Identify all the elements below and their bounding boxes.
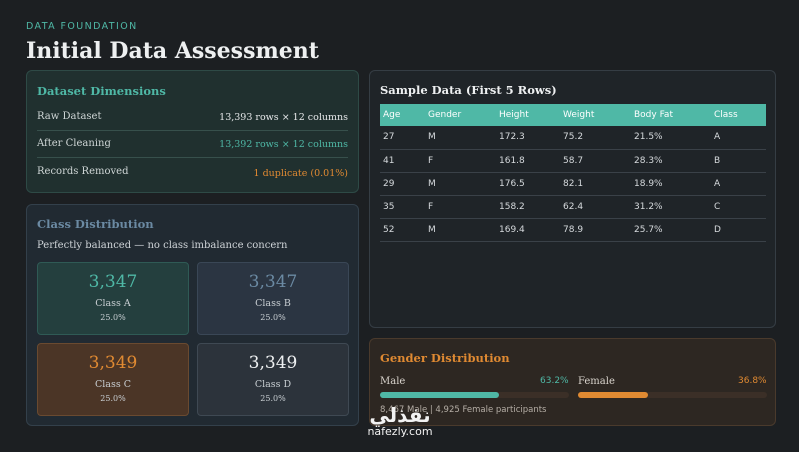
table-cell: 29 xyxy=(380,172,425,196)
table-cell: F xyxy=(425,195,496,219)
class-distribution-title: Class Distribution xyxy=(37,217,154,231)
table-cell: 75.2 xyxy=(560,126,631,150)
column-header-height: Height xyxy=(496,104,560,126)
class-label: Class C xyxy=(94,379,131,390)
dimension-row-raw: Raw Dataset 13,393 rows × 12 columns xyxy=(37,104,348,131)
class-label: Class B xyxy=(255,298,291,309)
table-header-row: Age Gender Height Weight Body Fat Class xyxy=(380,104,766,126)
table-cell: 158.2 xyxy=(496,195,560,219)
dimension-label: After Cleaning xyxy=(37,138,111,149)
table-cell: 18.9% xyxy=(631,172,711,196)
class-tile-c: 3,349 Class C 25.0% xyxy=(37,343,189,416)
class-count: 3,349 xyxy=(248,353,298,373)
table-cell: 52 xyxy=(380,218,425,242)
dimension-value: 13,392 rows × 12 columns xyxy=(219,139,348,150)
dimension-label: Records Removed xyxy=(37,166,129,177)
dimension-value: 1 duplicate (0.01%) xyxy=(253,168,348,179)
table-row: 41 F 161.8 58.7 28.3% B xyxy=(380,149,766,173)
dimension-label: Raw Dataset xyxy=(37,111,102,122)
column-header-gender: Gender xyxy=(425,104,496,126)
class-label: Class D xyxy=(254,379,292,390)
table-cell: 21.5% xyxy=(631,126,711,150)
column-header-body-fat: Body Fat xyxy=(631,104,711,126)
table-cell: 172.3 xyxy=(496,126,560,150)
page-title: Initial Data Assessment xyxy=(26,38,319,64)
male-label: Male xyxy=(380,376,406,387)
section-eyebrow: DATA FOUNDATION xyxy=(26,21,138,32)
dataset-dimensions-card: Dataset Dimensions Raw Dataset 13,393 ro… xyxy=(26,70,359,193)
table-cell: M xyxy=(425,218,496,242)
class-percent: 25.0% xyxy=(100,394,126,403)
table-cell: M xyxy=(425,126,496,150)
class-tile-a: 3,347 Class A 25.0% xyxy=(37,262,189,335)
table-cell: D xyxy=(711,218,766,242)
table-cell: 176.5 xyxy=(496,172,560,196)
class-percent: 25.0% xyxy=(260,394,286,403)
table-cell: 58.7 xyxy=(560,149,631,173)
sample-data-card: Sample Data (First 5 Rows) Age Gender He… xyxy=(369,70,776,328)
class-percent: 25.0% xyxy=(100,313,126,322)
gender-distribution-title: Gender Distribution xyxy=(380,351,510,365)
table-cell: 27 xyxy=(380,126,425,150)
table-cell: A xyxy=(711,172,766,196)
table-cell: 78.9 xyxy=(560,218,631,242)
table-cell: 28.3% xyxy=(631,149,711,173)
class-tile-d: 3,349 Class D 25.0% xyxy=(197,343,349,416)
table-row: 52 M 169.4 78.9 25.7% D xyxy=(380,218,766,242)
sample-data-table: Age Gender Height Weight Body Fat Class … xyxy=(380,104,766,242)
dataset-dimensions-title: Dataset Dimensions xyxy=(37,84,166,98)
female-progress-track xyxy=(578,392,767,398)
female-progress-fill xyxy=(578,392,648,398)
female-label: Female xyxy=(578,376,615,387)
class-distribution-card: Class Distribution Perfectly balanced — … xyxy=(26,204,359,426)
table-cell: M xyxy=(425,172,496,196)
table-cell: 82.1 xyxy=(560,172,631,196)
watermark-logo: نفذلي nafezly.com xyxy=(350,405,450,438)
class-count: 3,347 xyxy=(248,272,298,292)
table-cell: B xyxy=(711,149,766,173)
sample-data-title: Sample Data (First 5 Rows) xyxy=(380,83,557,97)
class-label: Class A xyxy=(95,298,131,309)
table-cell: 25.7% xyxy=(631,218,711,242)
male-progress-track xyxy=(380,392,569,398)
table-cell: 161.8 xyxy=(496,149,560,173)
table-cell: 41 xyxy=(380,149,425,173)
dimension-row-removed: Records Removed 1 duplicate (0.01%) xyxy=(37,159,348,186)
male-progress-fill xyxy=(380,392,500,398)
column-header-class: Class xyxy=(711,104,766,126)
female-percent: 36.8% xyxy=(738,376,767,386)
class-tile-b: 3,347 Class B 25.0% xyxy=(197,262,349,335)
class-distribution-subtitle: Perfectly balanced — no class imbalance … xyxy=(37,240,288,251)
column-header-weight: Weight xyxy=(560,104,631,126)
column-header-age: Age xyxy=(380,104,425,126)
male-percent: 63.2% xyxy=(540,376,569,386)
watermark-url: nafezly.com xyxy=(367,425,433,438)
table-cell: 62.4 xyxy=(560,195,631,219)
table-cell: 35 xyxy=(380,195,425,219)
watermark-mark: نفذلي xyxy=(369,403,431,427)
table-cell: 31.2% xyxy=(631,195,711,219)
class-count: 3,347 xyxy=(88,272,138,292)
class-count: 3,349 xyxy=(88,353,138,373)
table-cell: F xyxy=(425,149,496,173)
table-row: 27 M 172.3 75.2 21.5% A xyxy=(380,126,766,150)
table-cell: 169.4 xyxy=(496,218,560,242)
table-cell: A xyxy=(711,126,766,150)
table-row: 35 F 158.2 62.4 31.2% C xyxy=(380,195,766,219)
dimension-value: 13,393 rows × 12 columns xyxy=(219,112,348,123)
class-percent: 25.0% xyxy=(260,313,286,322)
table-row: 29 M 176.5 82.1 18.9% A xyxy=(380,172,766,196)
dimension-row-cleaned: After Cleaning 13,392 rows × 12 columns xyxy=(37,131,348,158)
table-cell: C xyxy=(711,195,766,219)
